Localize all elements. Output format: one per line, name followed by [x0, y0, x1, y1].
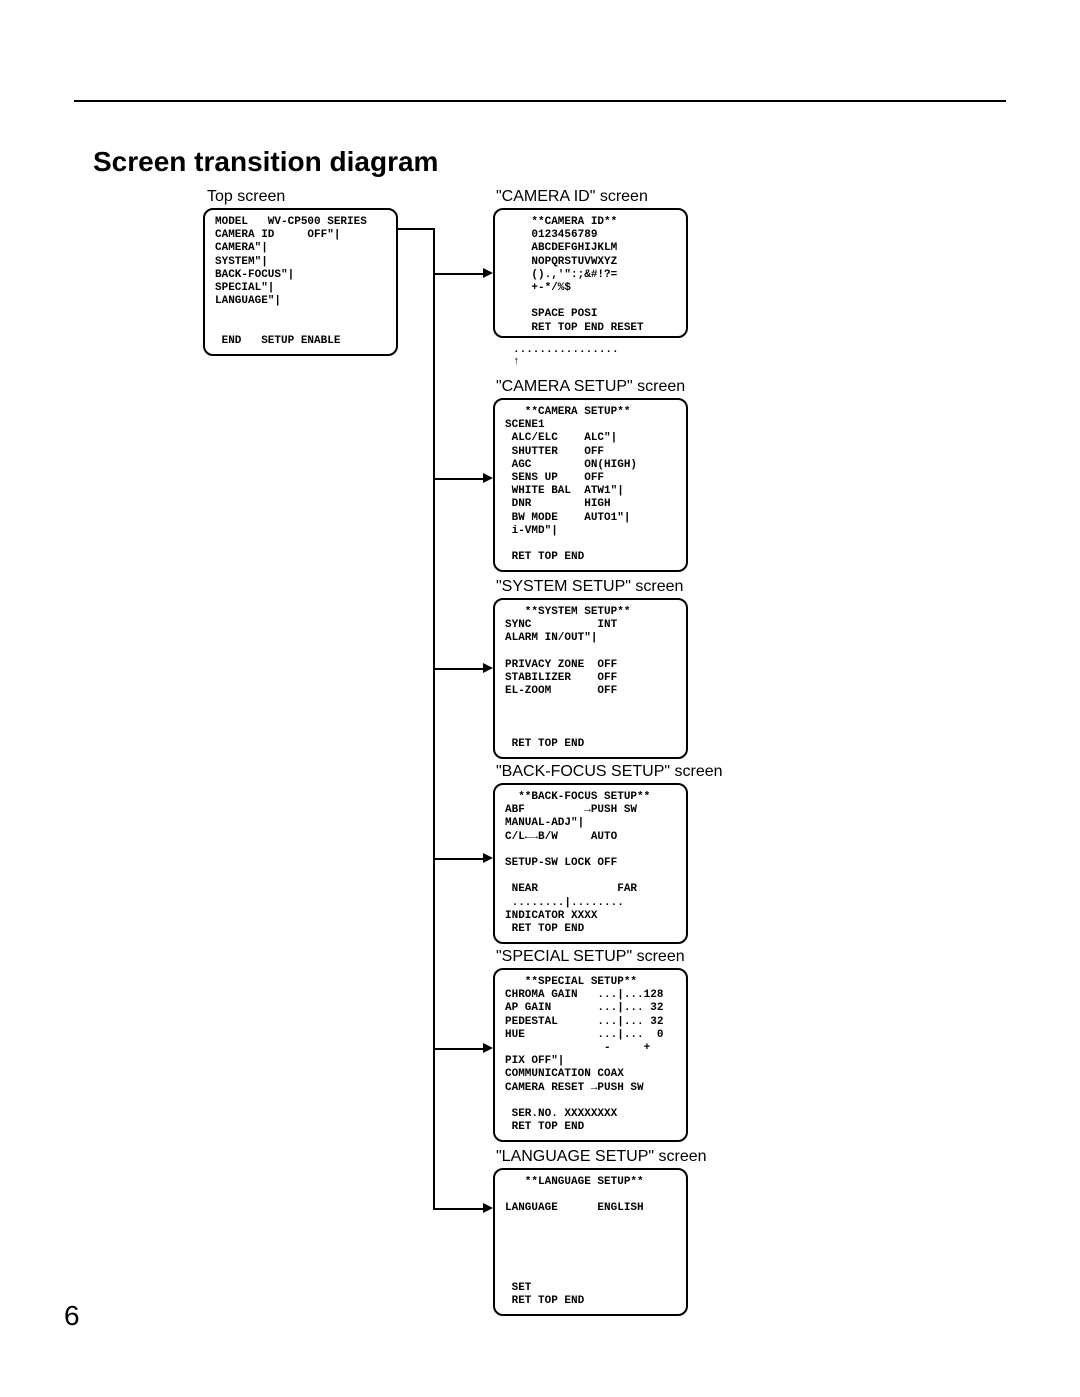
divider: [74, 100, 1006, 102]
arrow-back-focus: [483, 853, 493, 863]
branch-camera-setup: [433, 478, 483, 480]
arrow-camera-id: [483, 268, 493, 278]
arrow-special: [483, 1043, 493, 1053]
camera-id-subline: ................ ↑: [513, 344, 619, 368]
panel-top-screen: MODEL WV-CP500 SERIES CAMERA ID OFF"| CA…: [203, 208, 398, 356]
stub-top-right: [398, 228, 435, 230]
label-system-setup: "SYSTEM SETUP" screen: [496, 578, 683, 596]
label-camera-id: "CAMERA ID" screen: [496, 188, 648, 206]
panel-camera-setup-content: **CAMERA SETUP** SCENE1 ALC/ELC ALC"| SH…: [505, 406, 676, 564]
panel-camera-id: **CAMERA ID** 0123456789 ABCDEFGHIJKLM N…: [493, 208, 688, 338]
panel-system-setup: **SYSTEM SETUP** SYNC INT ALARM IN/OUT"|…: [493, 598, 688, 759]
page-number: 6: [64, 1300, 80, 1332]
label-language: "LANGUAGE SETUP" screen: [496, 1148, 707, 1166]
panel-special: **SPECIAL SETUP** CHROMA GAIN ...|...128…: [493, 968, 688, 1142]
panel-camera-id-content: **CAMERA ID** 0123456789 ABCDEFGHIJKLM N…: [505, 216, 676, 335]
panel-language-content: **LANGUAGE SETUP** LANGUAGE ENGLISH SET …: [505, 1176, 676, 1308]
panel-back-focus-content: **BACK-FOCUS SETUP** ABF →PUSH SW MANUAL…: [505, 791, 676, 936]
arrow-camera-setup: [483, 473, 493, 483]
label-back-focus: "BACK-FOCUS SETUP" screen: [496, 763, 723, 781]
arrow-language: [483, 1203, 493, 1213]
transition-diagram: Top screen MODEL WV-CP500 SERIES CAMERA …: [203, 188, 903, 1288]
label-camera-setup: "CAMERA SETUP" screen: [496, 378, 685, 396]
panel-special-content: **SPECIAL SETUP** CHROMA GAIN ...|...128…: [505, 976, 676, 1134]
panel-top-content: MODEL WV-CP500 SERIES CAMERA ID OFF"| CA…: [215, 216, 386, 348]
panel-system-setup-content: **SYSTEM SETUP** SYNC INT ALARM IN/OUT"|…: [505, 606, 676, 751]
page-title: Screen transition diagram: [93, 146, 438, 178]
branch-camera-id: [433, 273, 483, 275]
bus-vertical: [433, 228, 435, 1208]
label-special: "SPECIAL SETUP" screen: [496, 948, 685, 966]
panel-back-focus: **BACK-FOCUS SETUP** ABF →PUSH SW MANUAL…: [493, 783, 688, 944]
panel-language: **LANGUAGE SETUP** LANGUAGE ENGLISH SET …: [493, 1168, 688, 1316]
branch-special: [433, 1048, 483, 1050]
label-top-screen: Top screen: [207, 188, 285, 206]
arrow-system-setup: [483, 663, 493, 673]
branch-language: [433, 1208, 483, 1210]
branch-system-setup: [433, 668, 483, 670]
branch-back-focus: [433, 858, 483, 860]
panel-camera-setup: **CAMERA SETUP** SCENE1 ALC/ELC ALC"| SH…: [493, 398, 688, 572]
